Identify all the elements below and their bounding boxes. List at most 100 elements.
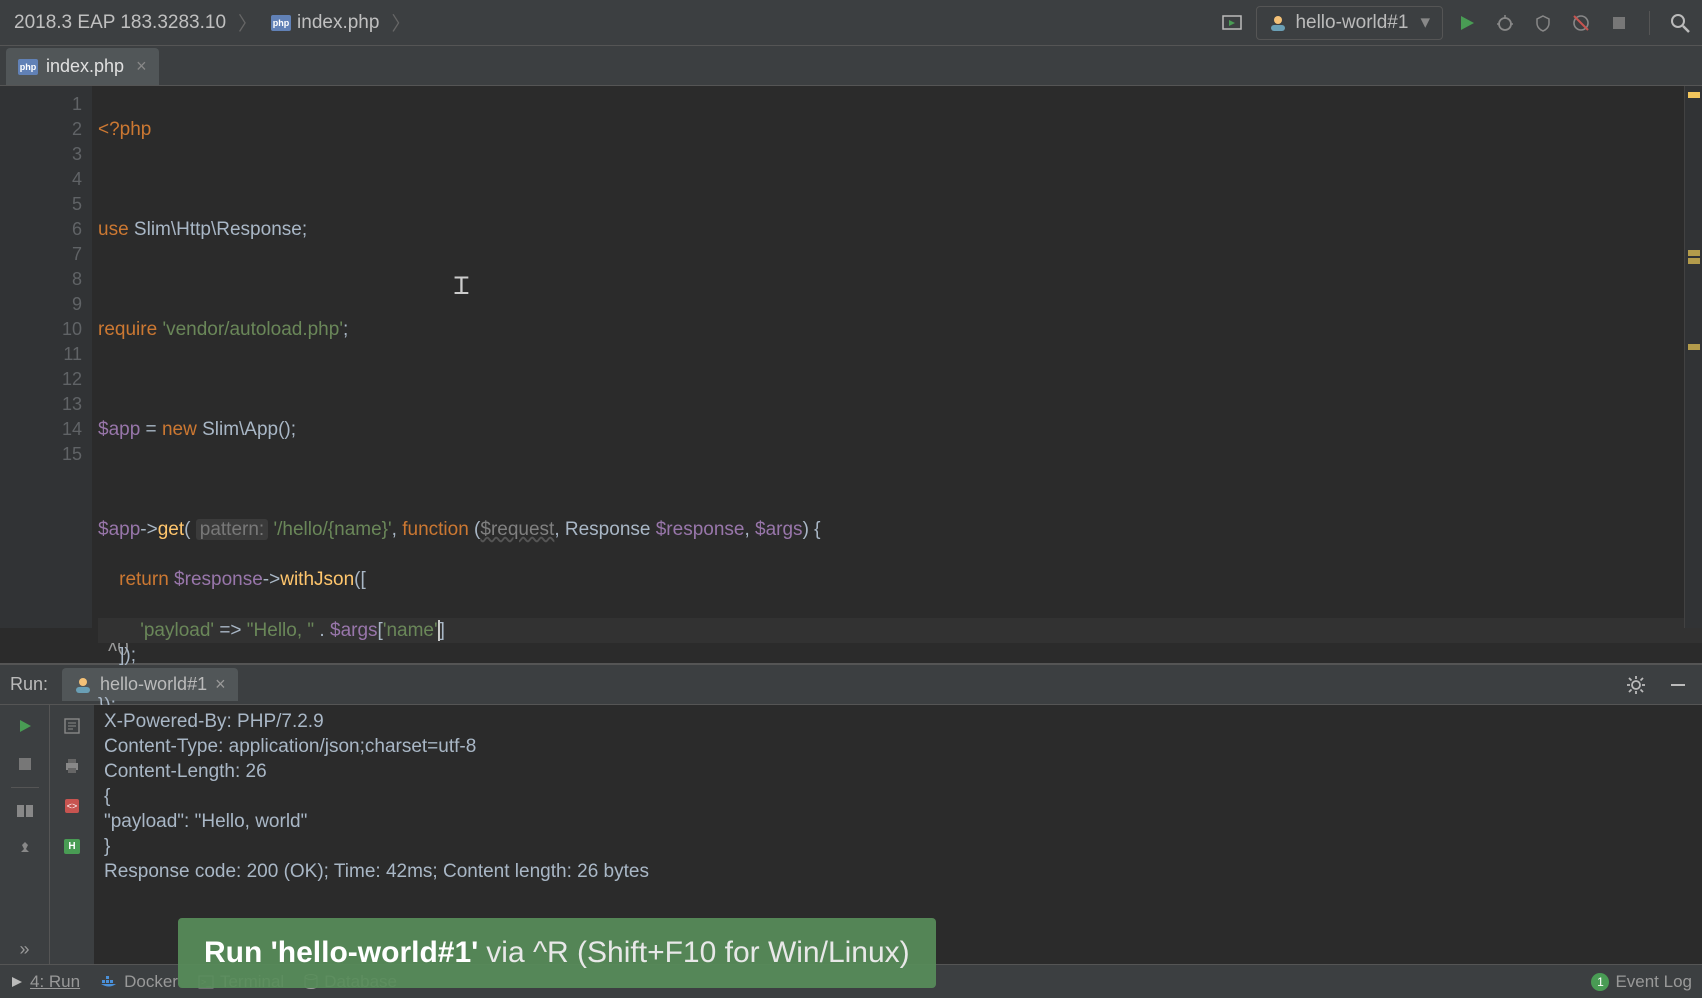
coverage-button[interactable] bbox=[1529, 9, 1557, 37]
tool-window-run[interactable]: 4: Run bbox=[10, 972, 80, 992]
breadcrumb-file-label: index.php bbox=[297, 12, 379, 34]
separator bbox=[11, 787, 39, 788]
line-number: 5 bbox=[6, 192, 82, 217]
tool-window-docker[interactable]: Docker bbox=[100, 972, 178, 992]
line-number: 4 bbox=[6, 167, 82, 192]
stop-icon bbox=[18, 757, 32, 771]
editor-tab-active[interactable]: php index.php × bbox=[6, 48, 159, 85]
event-log-label: Event Log bbox=[1615, 972, 1692, 992]
event-log[interactable]: 1 Event Log bbox=[1591, 972, 1692, 992]
event-count-badge: 1 bbox=[1591, 973, 1609, 991]
var: $args bbox=[755, 519, 803, 540]
console-line: X-Powered-By: PHP/7.2.9 bbox=[104, 709, 1692, 734]
var: $response bbox=[174, 569, 263, 590]
run-config-label: hello-world#1 bbox=[1295, 12, 1408, 34]
layout-button[interactable] bbox=[10, 796, 40, 826]
tw-run-label: 4: Run bbox=[30, 972, 80, 992]
play-icon bbox=[10, 975, 24, 989]
var: $app bbox=[98, 519, 140, 540]
console-line: } bbox=[104, 834, 1692, 859]
line-number: 12 bbox=[6, 367, 82, 392]
type-ref: Response bbox=[565, 519, 651, 540]
method: get bbox=[158, 519, 184, 540]
layout-icon bbox=[16, 804, 34, 818]
chevron-down-icon: ▾ bbox=[1420, 11, 1430, 34]
string-literal: '/hello/{name}' bbox=[273, 519, 391, 540]
headers-icon: H bbox=[64, 839, 79, 854]
build-button[interactable] bbox=[1218, 9, 1246, 37]
run-title: Run: bbox=[10, 674, 48, 695]
profiler-button[interactable] bbox=[1567, 9, 1595, 37]
kw-new: new bbox=[162, 419, 197, 440]
hint-toast: Run 'hello-world#1' via ^R (Shift+F10 fo… bbox=[178, 918, 936, 988]
error-stripe[interactable] bbox=[1684, 86, 1702, 628]
print-icon bbox=[63, 757, 81, 775]
show-headers-button[interactable]: H bbox=[57, 831, 87, 861]
http-icon: <> bbox=[65, 799, 80, 813]
stop-run-button[interactable] bbox=[10, 749, 40, 779]
rerun-button[interactable] bbox=[10, 711, 40, 741]
string-literal: 'vendor/autoload.php' bbox=[162, 319, 343, 340]
pin-icon bbox=[17, 841, 33, 857]
monitor-icon bbox=[1222, 15, 1242, 31]
separator bbox=[1649, 11, 1650, 35]
warning-mark[interactable] bbox=[1688, 258, 1700, 264]
profiler-icon bbox=[1571, 13, 1591, 33]
chevron-right-icon: 〉 bbox=[238, 9, 257, 36]
line-number: 1 bbox=[6, 92, 82, 117]
pin-button[interactable] bbox=[10, 834, 40, 864]
unused-param: $request bbox=[480, 519, 554, 540]
warning-mark[interactable] bbox=[1688, 92, 1700, 98]
play-icon bbox=[1458, 14, 1476, 32]
more-icon: » bbox=[19, 939, 29, 960]
namespace: Slim\Http\Response bbox=[134, 219, 302, 240]
avatar-icon bbox=[1269, 14, 1287, 32]
kw-use: use bbox=[98, 219, 129, 240]
bug-icon bbox=[1495, 13, 1515, 33]
text-cursor-icon: Ꮖ bbox=[454, 274, 470, 299]
kw-function: function bbox=[402, 519, 469, 540]
console-line: Content-Length: 26 bbox=[104, 759, 1692, 784]
play-icon bbox=[17, 718, 33, 734]
breadcrumb-file[interactable]: php index.php 〉 bbox=[265, 5, 416, 40]
line-number: 8 bbox=[6, 267, 82, 292]
toast-bold: Run 'hello-world#1' bbox=[204, 936, 478, 970]
caret bbox=[438, 620, 440, 641]
coverage-icon bbox=[1534, 14, 1552, 32]
stop-icon bbox=[1611, 15, 1627, 31]
print-button[interactable] bbox=[57, 751, 87, 781]
tab-label: index.php bbox=[46, 56, 124, 77]
more-button[interactable]: » bbox=[10, 934, 40, 964]
php-open-tag: <?php bbox=[98, 119, 151, 140]
line-number: 7 bbox=[6, 242, 82, 267]
run-toolbar-mid: <> H bbox=[50, 705, 94, 964]
code-area[interactable]: <?php use Slim\Http\Response; require 'v… bbox=[92, 86, 1702, 628]
editor-tabs: php index.php × bbox=[0, 46, 1702, 86]
gutter[interactable]: 1 2 3 4 5 6 7 8 9 10 11 12 13 14 15 💡 bbox=[0, 86, 92, 628]
warning-mark[interactable] bbox=[1688, 250, 1700, 256]
param-hint: pattern: bbox=[196, 519, 268, 540]
show-http-button[interactable]: <> bbox=[57, 791, 87, 821]
close-icon[interactable]: × bbox=[136, 56, 147, 77]
editor: 1 2 3 4 5 6 7 8 9 10 11 12 13 14 15 💡 <?… bbox=[0, 86, 1702, 628]
line-number: 11 bbox=[6, 342, 82, 367]
docker-icon bbox=[100, 975, 118, 989]
run-button[interactable] bbox=[1453, 9, 1481, 37]
stop-button[interactable] bbox=[1605, 9, 1633, 37]
var: $app bbox=[98, 419, 140, 440]
debug-button[interactable] bbox=[1491, 9, 1519, 37]
string-literal: "Hello, " bbox=[247, 620, 314, 641]
search-everywhere-button[interactable] bbox=[1666, 9, 1694, 37]
scroll-to-end-button[interactable] bbox=[57, 711, 87, 741]
run-toolbar-left: » bbox=[0, 705, 50, 964]
kw-return: return bbox=[119, 569, 169, 590]
scroll-end-icon bbox=[63, 717, 81, 735]
kw-require: require bbox=[98, 319, 157, 340]
run-config-selector[interactable]: hello-world#1 ▾ bbox=[1256, 6, 1443, 40]
line-number: 6 bbox=[6, 217, 82, 242]
line-number: 3 bbox=[6, 142, 82, 167]
line-number: 10 bbox=[6, 317, 82, 342]
class-ref: Slim\App bbox=[202, 419, 278, 440]
breadcrumb-version[interactable]: 2018.3 EAP 183.3283.10 〉 bbox=[8, 5, 263, 40]
warning-mark[interactable] bbox=[1688, 344, 1700, 350]
